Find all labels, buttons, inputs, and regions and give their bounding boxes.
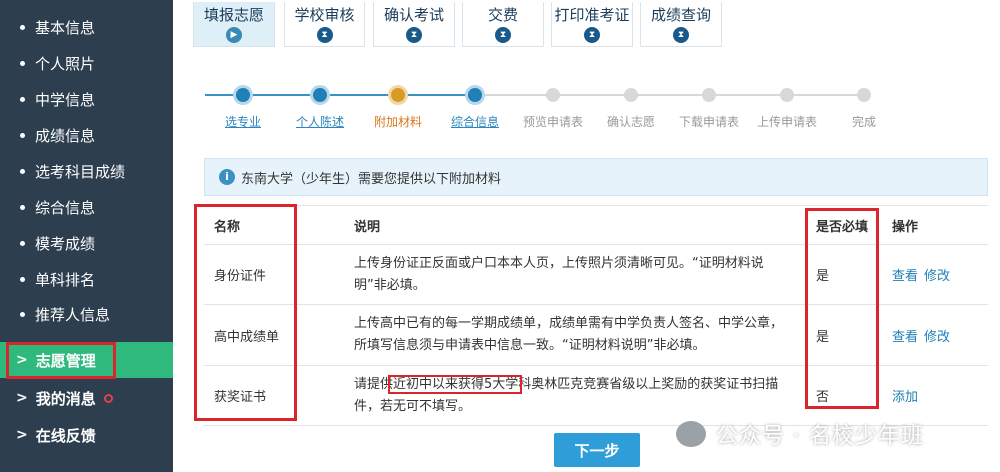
sidebar-section-label: 在线反馈 (35, 426, 96, 445)
tab-school-review[interactable]: 学校审核 ⧗ (284, 2, 365, 47)
chevron-right-icon: > (16, 427, 28, 443)
step-label: 预览申请表 (522, 115, 584, 129)
tab-label: 打印准考证 (554, 6, 630, 24)
tab-payment[interactable]: 交费 ⧗ (462, 2, 544, 47)
edit-link[interactable]: 修改 (924, 265, 950, 284)
bullet-icon (20, 96, 25, 102)
hourglass-icon: ⧗ (673, 27, 689, 43)
info-text: 东南大学（少年生）需要您提供以下附加材料 (241, 171, 502, 187)
column-header-description: 说明 (354, 219, 381, 235)
sidebar-item-subject-rank[interactable]: 单科排名 (0, 261, 173, 297)
tab-score-query[interactable]: 成绩查询 ⧗ (640, 2, 722, 47)
sidebar-item-label: 综合信息 (35, 198, 96, 217)
sidebar-item-photo[interactable]: 个人照片 (0, 45, 173, 81)
hourglass-icon: ⧗ (584, 27, 600, 43)
sidebar: 基本信息 个人照片 中学信息 成绩信息 选考科目成绩 综合信息 模考成绩 单科排… (0, 0, 173, 472)
sidebar-item-label: 选考科目成绩 (35, 162, 126, 181)
play-icon: ▶ (226, 27, 242, 43)
step-label-current: 附加材料 (373, 115, 423, 129)
step-progress-todo (475, 94, 870, 96)
bullet-icon (20, 168, 25, 174)
sidebar-item-recommender[interactable]: 推荐人信息 (0, 296, 173, 332)
chevron-right-icon: > (16, 390, 28, 406)
bullet-icon (20, 24, 25, 30)
step-label: 下载申请表 (678, 115, 740, 129)
tab-print-admission[interactable]: 打印准考证 ⧗ (551, 2, 633, 47)
sidebar-item-label: 基本信息 (35, 18, 96, 37)
bullet-icon (20, 276, 25, 282)
sidebar-item-elective-grades[interactable]: 选考科目成绩 (0, 153, 173, 189)
info-icon: i (219, 169, 235, 185)
step-dot (313, 88, 327, 102)
bullet-icon (20, 132, 25, 138)
sidebar-item-mock-exam[interactable]: 模考成绩 (0, 225, 173, 261)
next-step-button[interactable]: 下一步 (554, 433, 640, 467)
tab-label: 交费 (487, 6, 518, 24)
sidebar-item-label: 成绩信息 (35, 126, 96, 145)
step-link[interactable]: 综合信息 (451, 113, 499, 130)
highlight-box (388, 375, 522, 394)
step-dot (236, 88, 250, 102)
step-dot (624, 88, 638, 102)
step-label: 上传申请表 (756, 115, 818, 129)
tab-label: 填报志愿 (203, 6, 264, 24)
sidebar-item-label: 个人照片 (35, 54, 96, 73)
bullet-icon (20, 204, 25, 210)
tab-label: 成绩查询 (650, 6, 711, 24)
hourglass-icon: ⧗ (406, 27, 422, 43)
watermark: 公众号 · 名校少年班 (676, 418, 924, 450)
tab-label: 学校审核 (294, 6, 355, 24)
view-link[interactable]: 查看 (892, 326, 918, 345)
sidebar-item-middle-school[interactable]: 中学信息 (0, 81, 173, 117)
sidebar-item-label: 模考成绩 (35, 234, 96, 253)
watermark-text: 公众号 · 名校少年班 (716, 424, 924, 449)
step-dot (468, 88, 482, 102)
highlight-box (6, 342, 116, 379)
step-dot (546, 88, 560, 102)
step-dot (780, 88, 794, 102)
bullet-icon (20, 240, 25, 246)
step-link[interactable]: 个人陈述 (296, 113, 344, 130)
sidebar-item-label: 推荐人信息 (35, 305, 111, 324)
step-dot (857, 88, 871, 102)
column-header-action: 操作 (892, 219, 919, 235)
highlight-box (805, 208, 879, 409)
sidebar-item-label: 中学信息 (35, 90, 96, 109)
step-label: 确认志愿 (606, 115, 656, 129)
sidebar-item-grades[interactable]: 成绩信息 (0, 117, 173, 153)
tab-label: 确认考试 (383, 6, 444, 24)
info-banner: i 东南大学（少年生）需要您提供以下附加材料 (204, 158, 988, 196)
view-link[interactable]: 查看 (892, 265, 918, 284)
hourglass-icon: ⧗ (495, 27, 511, 43)
bullet-icon (20, 60, 25, 66)
wechat-icon (676, 421, 706, 447)
step-label: 完成 (851, 115, 877, 129)
step-dot (702, 88, 716, 102)
sidebar-section-feedback[interactable]: > 在线反馈 (0, 417, 173, 453)
sidebar-item-basic-info[interactable]: 基本信息 (0, 9, 173, 45)
unread-dot-icon (103, 393, 113, 403)
step-dot-current (391, 88, 405, 102)
material-description: 上传身份证正反面或户口本本人页，上传照片须清晰可见。“证明材料说明”非必填。 (354, 255, 764, 293)
sidebar-item-label: 单科排名 (35, 270, 96, 289)
material-description: 上传高中已有的每一学期成绩单，成绩单需有中学负责人签名、中学公章，所填写信息须与… (354, 316, 784, 353)
step-link[interactable]: 选专业 (225, 113, 261, 130)
tab-fill-application[interactable]: 填报志愿 ▶ (193, 2, 275, 47)
bullet-icon (20, 311, 25, 317)
sidebar-section-messages[interactable]: > 我的消息 (0, 380, 173, 416)
sidebar-section-label: 我的消息 (35, 389, 96, 408)
sidebar-item-general-info[interactable]: 综合信息 (0, 189, 173, 225)
highlight-box (194, 204, 297, 421)
tab-confirm-exam[interactable]: 确认考试 ⧗ (373, 2, 455, 47)
add-link[interactable]: 添加 (892, 386, 918, 405)
edit-link[interactable]: 修改 (924, 326, 950, 345)
hourglass-icon: ⧗ (316, 27, 333, 43)
